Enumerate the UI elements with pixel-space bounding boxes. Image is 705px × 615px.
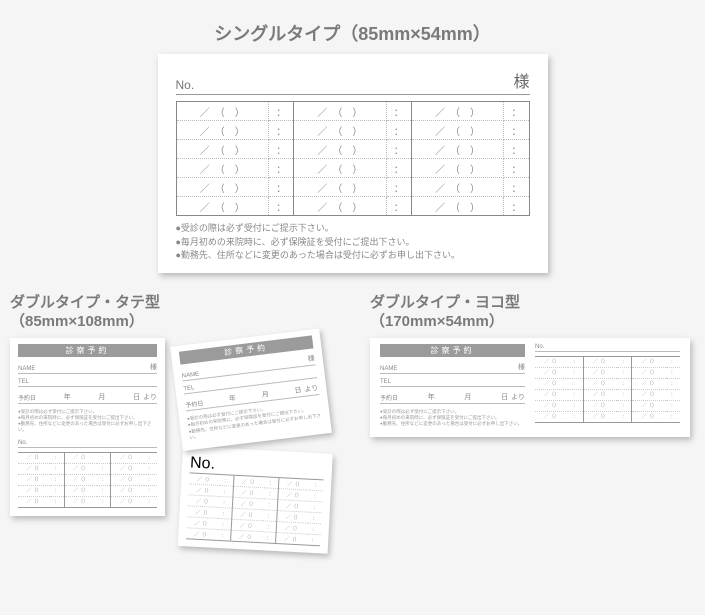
single-card: No. 様 ／ （ ）：／ （ ）：／ （ ）：／ （ ）：／ （ ）：／ （ … (158, 54, 548, 273)
yoko-notes: ●受診の際は必ず受付にご提示下さい。●毎月初めの来院時に、必ず保険証を受付にご提… (380, 409, 525, 428)
table-cell-time: ： (269, 121, 294, 140)
table-cell-time: ： (269, 140, 294, 159)
table-cell-time: ： (386, 197, 411, 216)
yoko-card: 診察予約 NAME様 TEL 予約日 年 月 日 より ●受診の際は必ず受付にご… (370, 338, 690, 438)
table-cell-time: ： (386, 102, 411, 121)
single-notes: ●受診の際は必ず受付にご提示下さい。●毎月初めの来院時に、必ず保険証を受付にご提… (176, 222, 530, 263)
table-cell-date: ／ （ ） (294, 102, 387, 121)
table-cell-date: ／ （ ） (411, 178, 504, 197)
note-line: ●受診の際は必ず受付にご提示下さい。 (176, 222, 530, 236)
table-cell-date: ／ （ ） (294, 197, 387, 216)
table-cell-date: ／ （ ） (176, 102, 269, 121)
table-cell-time: ： (504, 159, 529, 178)
table-cell-time: ： (504, 197, 529, 216)
table-cell-time: ： (504, 121, 529, 140)
tate-mini-table: ／（）：／（）：／（）：／（）：／（）：／（）：／（）：／（）：／（）：／（）：… (18, 452, 157, 508)
no-label: No. (176, 78, 195, 92)
yoko-tel-field: TEL (380, 379, 525, 387)
tate-notes: ●受診の際は必ず受付にご提示下さい。●毎月初めの来院時に、必ず保険証を受付にご提… (18, 409, 157, 434)
tate-card-folded: 診察予約 NAME様 TEL 予約日 年 月 日 より ●受診の際は必ず受付にご… (173, 338, 348, 558)
table-cell-date: ／ （ ） (411, 159, 504, 178)
table-cell-time: ： (504, 178, 529, 197)
tate-yoyaku-field: 予約日 年 月 日 より (18, 392, 157, 404)
yoko-no-label: No. (535, 344, 680, 352)
sama-label: 様 (513, 68, 529, 92)
table-cell-date: ／ （ ） (176, 121, 269, 140)
table-cell-date: ／ （ ） (176, 197, 269, 216)
table-cell-date: ／ （ ） (411, 102, 504, 121)
tate-name-field: NAME様 (18, 362, 157, 374)
table-cell-time: ： (386, 140, 411, 159)
tate-title: ダブルタイプ・タテ型 （85mm×108mm） (10, 293, 350, 332)
table-cell-time: ： (269, 102, 294, 121)
table-cell-date: ／ （ ） (294, 121, 387, 140)
tate-tel-field: TEL (18, 379, 157, 387)
tate-no-label: No. (18, 440, 157, 448)
table-cell-time: ： (386, 159, 411, 178)
yoko-mini-table: ／（）：／（）：／（）：／（）：／（）：／（）：／（）：／（）：／（）：／（）：… (535, 356, 680, 423)
yoko-title: ダブルタイプ・ヨコ型 （170mm×54mm） (370, 293, 695, 332)
table-cell-date: ／ （ ） (411, 121, 504, 140)
table-cell-time: ： (504, 140, 529, 159)
tate-card-flat: 診察予約 NAME様 TEL 予約日 年 月 日 より ●受診の際は必ず受付にご… (10, 338, 165, 516)
yoko-bar: 診察予約 (380, 344, 525, 357)
yoko-yoyaku-field: 予約日 年 月 日 より (380, 392, 525, 404)
tate-bar: 診察予約 (18, 344, 157, 357)
table-cell-time: ： (504, 102, 529, 121)
yoko-name-field: NAME様 (380, 362, 525, 374)
table-cell-date: ／ （ ） (411, 140, 504, 159)
table-cell-time: ： (269, 197, 294, 216)
note-line: ●勤務先、住所などに変更のあった場合は受付に必ずお申し出下さい。 (176, 249, 530, 263)
note-line: ●毎月初めの来院時に、必ず保険証を受付にご提出下さい。 (176, 236, 530, 250)
table-cell-date: ／ （ ） (294, 178, 387, 197)
table-cell-date: ／ （ ） (294, 140, 387, 159)
single-title: シングルタイプ（85mm×54mm） (10, 20, 695, 46)
table-cell-date: ／ （ ） (176, 178, 269, 197)
single-appointment-table: ／ （ ）：／ （ ）：／ （ ）：／ （ ）：／ （ ）：／ （ ）：／ （ … (176, 101, 530, 216)
table-cell-date: ／ （ ） (176, 159, 269, 178)
table-cell-date: ／ （ ） (294, 159, 387, 178)
table-cell-time: ： (386, 121, 411, 140)
table-cell-time: ： (269, 178, 294, 197)
table-cell-time: ： (386, 178, 411, 197)
table-cell-time: ： (269, 159, 294, 178)
table-cell-date: ／ （ ） (176, 140, 269, 159)
table-cell-date: ／ （ ） (411, 197, 504, 216)
